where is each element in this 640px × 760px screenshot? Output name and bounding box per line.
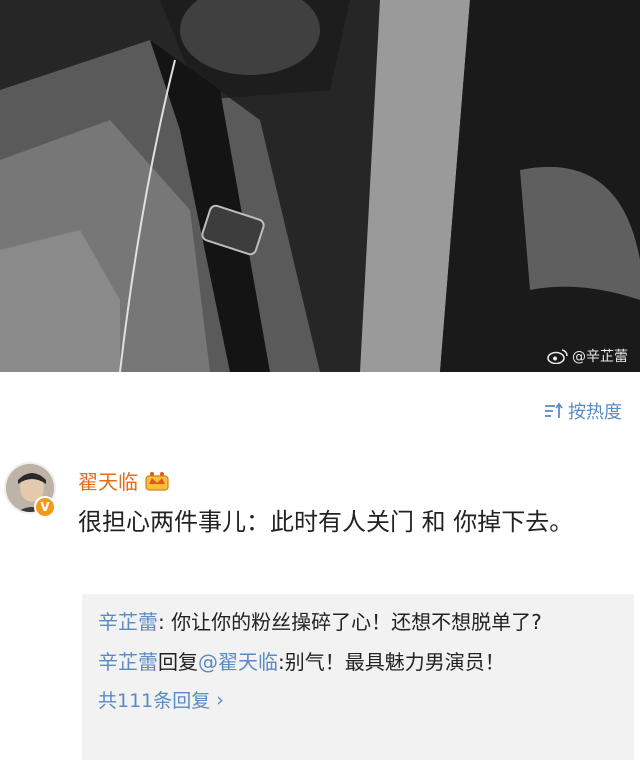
photo-illustration xyxy=(0,0,640,372)
watermark-text: @辛芷蕾 xyxy=(572,349,628,365)
crown-icon xyxy=(145,471,169,491)
reply-separator: : xyxy=(278,650,285,674)
reply-text: 别气！最具魅力男演员！ xyxy=(284,650,505,674)
reply-item: 辛芷蕾: 你让你的粉丝操碎了心！还想不想脱单了? xyxy=(98,606,618,638)
weibo-logo-icon xyxy=(547,349,568,364)
comment-text: 很担心两件事儿：此时有人关门 和 你掉下去。 xyxy=(78,508,574,536)
chevron-right-icon: › xyxy=(216,688,224,711)
more-replies-label: 共111条回复 xyxy=(98,690,211,712)
reply-author[interactable]: 辛芷蕾 xyxy=(98,610,158,634)
photo-watermark: @辛芷蕾 xyxy=(547,346,628,366)
verified-v-icon: V xyxy=(34,496,56,518)
comment-author-row: 翟天临 xyxy=(78,466,170,495)
comment-author-name[interactable]: 翟天临 xyxy=(78,466,138,495)
reply-separator: : xyxy=(158,610,172,634)
post-photo[interactable]: @辛芷蕾 xyxy=(0,0,640,372)
reply-box[interactable]: 辛芷蕾: 你让你的粉丝操碎了心！还想不想脱单了? 辛芷蕾回复@翟天临:别气！最具… xyxy=(82,594,634,760)
reply-text: 你让你的粉丝操碎了心！还想不想脱单了? xyxy=(171,610,542,634)
sort-by-hot-button[interactable]: 按热度 xyxy=(544,398,622,424)
reply-author[interactable]: 辛芷蕾 xyxy=(98,650,158,674)
view-all-replies-link[interactable]: 共111条回复 › xyxy=(98,686,618,713)
reply-item: 辛芷蕾回复@翟天临:别气！最具魅力男演员！ xyxy=(98,646,618,678)
reply-action: 回复 xyxy=(158,650,198,674)
sort-label: 按热度 xyxy=(568,402,622,423)
sort-icon xyxy=(545,402,563,418)
reply-mention[interactable]: @翟天临 xyxy=(198,650,278,674)
